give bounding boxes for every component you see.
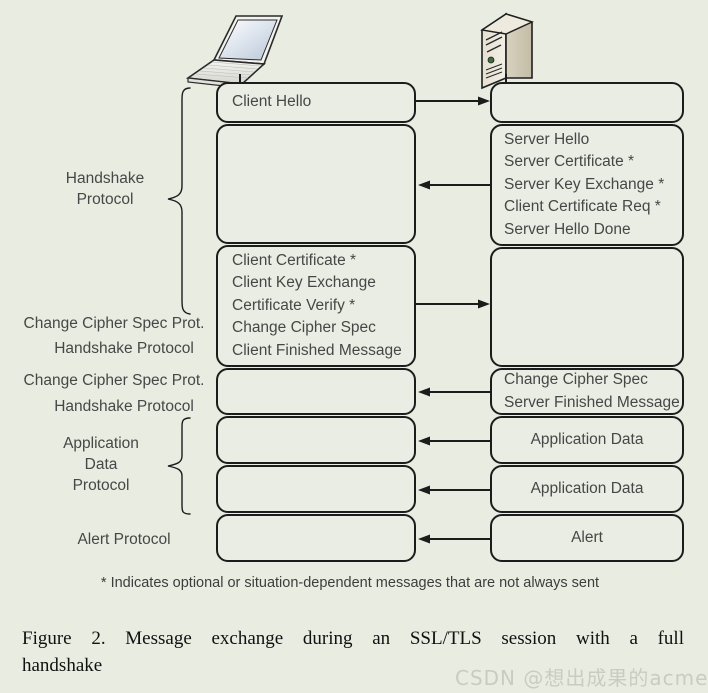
side-label-line: Change Cipher Spec Prot. [23,315,205,332]
box-lines: Server Hello Server Certificate * Server… [492,129,682,242]
side-label-line: Application [63,435,139,452]
side-label-handshake-protocol-2: Handshake Protocol [34,338,214,359]
server-box-hello-bundle[interactable]: Server Hello Server Certificate * Server… [490,124,684,246]
box-lines: Application Data [492,429,682,452]
arrow-client-handshake [416,299,490,309]
box-line: Server Hello [504,130,590,148]
footnote: * Indicates optional or situation-depend… [100,575,600,591]
arrow-client-hello [416,96,490,106]
arrow-app-data-1 [418,436,492,446]
box-line: Server Certificate * [504,153,635,171]
laptop-icon [185,15,284,89]
box-lines: Change Cipher Spec Server Finished Messa… [492,369,682,414]
box-line: Alert [571,528,603,546]
server-box-empty-1[interactable] [490,82,684,123]
box-line: Client Certificate Req * [504,198,661,216]
client-box-empty-4[interactable] [216,465,416,513]
side-label-application-data-protocol: Application Data Protocol [36,433,166,496]
arrow-server-hello [418,180,492,190]
box-line: Client Finished Message [232,341,402,359]
side-label-line: Protocol [72,477,130,494]
brace-handshake-protocol [167,87,191,315]
server-tower-icon [480,12,534,90]
server-box-application-data-1[interactable]: Application Data [490,416,684,464]
csdn-watermark: CSDN @想出成果的acmer [455,666,708,690]
client-box-empty-2[interactable] [216,368,416,415]
side-label-handshake-protocol-3: Handshake Protocol [34,396,214,417]
arrow-app-data-2 [418,485,492,495]
client-box-empty-5[interactable] [216,514,416,562]
box-line: Client Certificate * [232,251,357,269]
box-line: Server Key Exchange * [504,175,665,193]
box-line: Client Key Exchange [232,274,376,292]
side-label-line: Change Cipher Spec Prot. [23,372,205,389]
brace-application-data-protocol [167,417,191,515]
server-box-application-data-2[interactable]: Application Data [490,465,684,513]
arrow-alert [418,534,492,544]
box-line: Client Hello [232,93,312,111]
box-lines: Application Data [492,478,682,501]
box-line: Application Data [530,479,644,497]
box-line: Certificate Verify * [232,296,356,314]
side-label-line: Handshake Protocol [54,398,194,415]
client-box-handshake-bundle[interactable]: Client Certificate * Client Key Exchange… [216,245,416,367]
box-line: Change Cipher Spec [232,319,376,337]
server-box-alert[interactable]: Alert [490,514,684,562]
side-label-line: Alert Protocol [77,531,171,548]
side-label-line: Protocol [76,191,134,208]
side-label-change-cipher-spec-prot-2: Change Cipher Spec Prot. [14,370,214,391]
server-box-change-cipher-spec[interactable]: Change Cipher Spec Server Finished Messa… [490,368,684,415]
figure-root: Handshake Protocol Change Cipher Spec Pr… [0,0,708,693]
client-box-empty-1[interactable] [216,124,416,244]
server-box-empty-2[interactable] [490,247,684,367]
box-lines: Client Certificate * Client Key Exchange… [218,250,414,363]
box-lines: Alert [492,527,682,550]
side-label-line: Data [84,456,118,473]
side-label-alert-protocol: Alert Protocol [34,529,214,550]
side-label-line: Handshake Protocol [54,340,194,357]
box-line: Change Cipher Spec [504,371,648,388]
box-line: Server Finished Message [504,393,680,411]
arrow-server-change-cipher [418,387,492,397]
box-lines: Client Hello [218,91,414,114]
side-label-handshake-protocol: Handshake Protocol [40,168,170,210]
side-label-change-cipher-spec-prot-1: Change Cipher Spec Prot. [14,313,214,334]
box-line: Application Data [530,430,644,448]
client-box-empty-3[interactable] [216,416,416,464]
side-label-line: Handshake [65,170,145,187]
caption-line-1: Figure 2. Message exchange during an SSL… [22,628,684,649]
box-line: Server Hello Done [504,220,631,238]
client-box-client-hello[interactable]: Client Hello [216,82,416,123]
